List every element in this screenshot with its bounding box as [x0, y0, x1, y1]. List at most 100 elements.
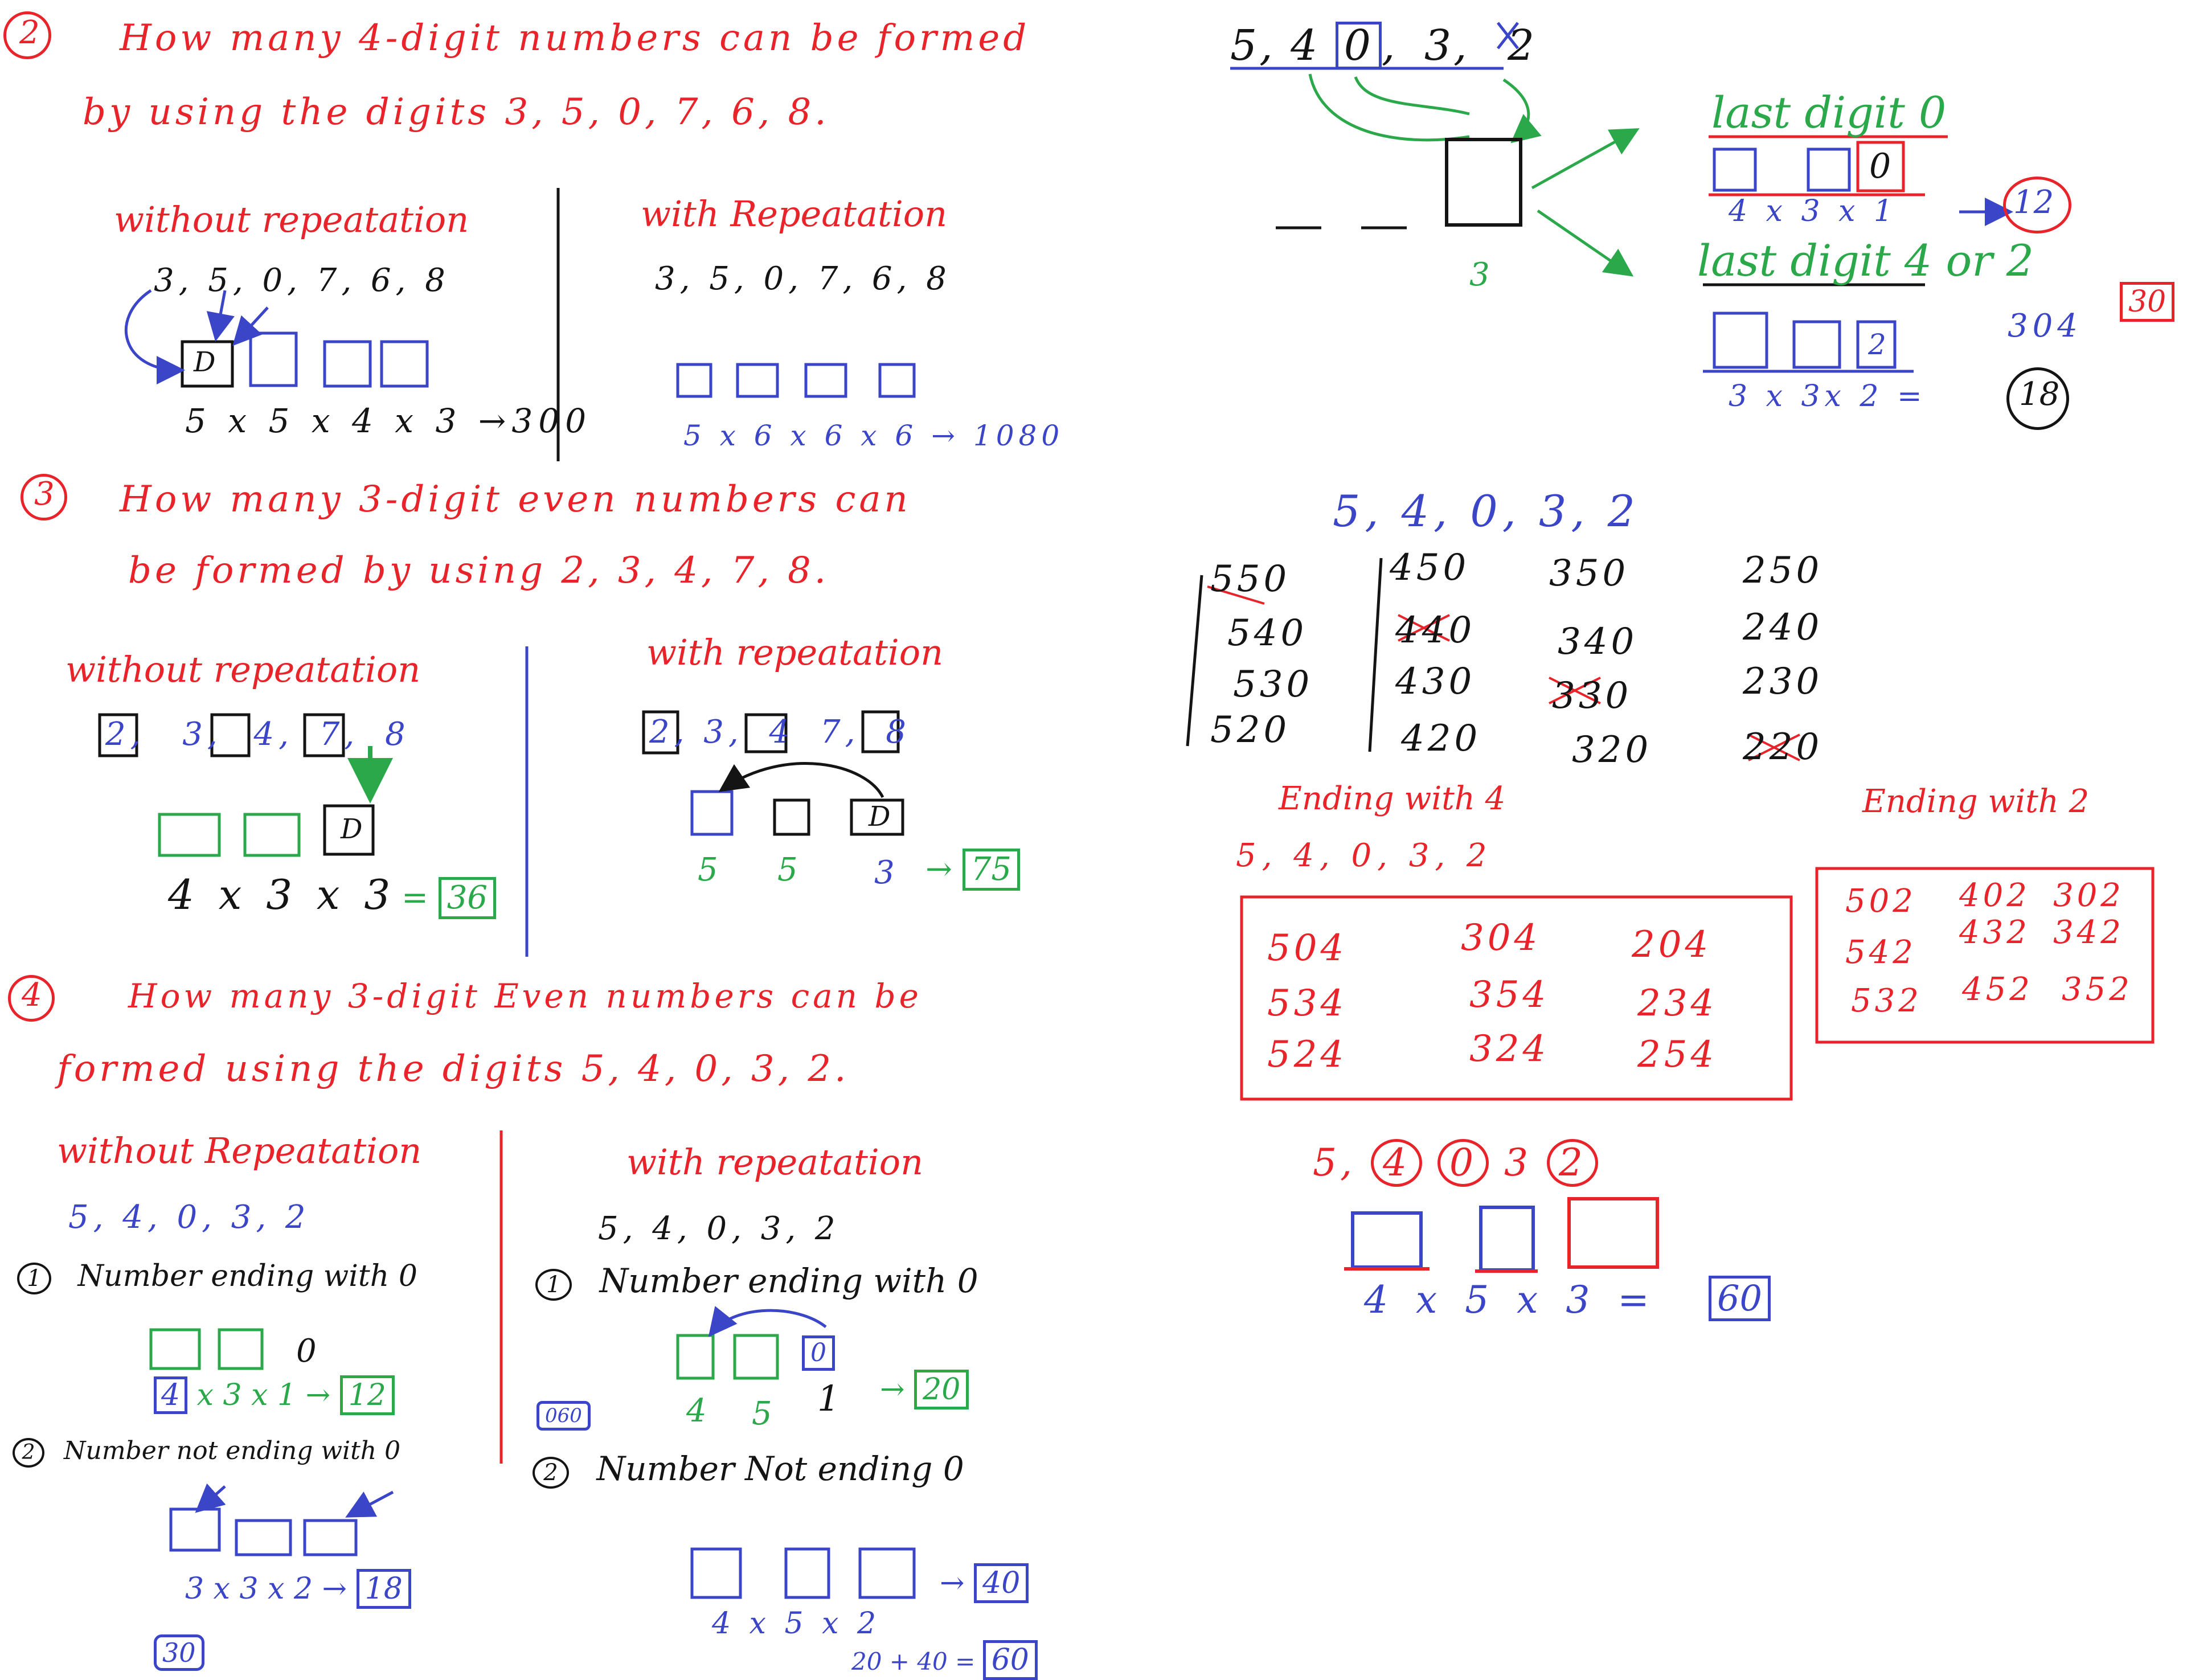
right-position-count: 3: [1469, 256, 1494, 293]
ending4-number: 204: [1632, 924, 1712, 966]
right-last42-side-note: 304: [2008, 308, 2082, 345]
q2-without-digits: 3, 5, 0, 7, 6, 8: [154, 262, 450, 299]
q3-number: 3: [21, 474, 67, 521]
q4-with-case1-number: 1: [535, 1269, 572, 1301]
ending4-number: 304: [1461, 917, 1541, 959]
q3-with-digit: 3: [703, 714, 728, 751]
right-top-digit: 4: [1291, 21, 1320, 70]
q4-without-case1-calc: 4 x 3 x 1 → 12: [154, 1375, 395, 1415]
right-list-digits: 5, 4, 0, 3, 2: [1333, 486, 1640, 536]
q3-with-result: → 75: [925, 849, 1020, 891]
q3-question-line2: be formed by using 2, 3, 4, 7, 8.: [128, 550, 830, 592]
bottom-digit: 3: [1504, 1141, 1531, 1185]
ending4-number: 504: [1267, 927, 1348, 969]
q4-with-sum-text: 20 + 40 =: [851, 1648, 976, 1675]
list-number: 550: [1210, 558, 1291, 600]
list-number: 230: [1743, 661, 1823, 703]
q4-question-line1: How many 3-digit Even numbers can be: [128, 977, 922, 1015]
q2-with-digits: 3, 5, 0, 7, 6, 8: [655, 260, 951, 297]
ending2-number: 542: [1845, 934, 1916, 971]
q2-without-calc: 5 x 5 x 4 x 3 →300: [185, 401, 592, 440]
q3-with-heading: with repeatation: [646, 632, 944, 673]
bottom-digit-circled: 2: [1546, 1139, 1598, 1187]
q4-without-case2-number: 2: [13, 1438, 44, 1468]
list-number: 350: [1549, 552, 1629, 595]
q3-without-digit: 3: [182, 716, 207, 753]
ending2-number: 352: [2062, 971, 2133, 1008]
q4-with-side-box: 060: [536, 1401, 591, 1431]
right-last0-heading: last digit 0: [1711, 87, 1947, 138]
q2-with-heading: with Repeatation: [641, 193, 948, 235]
right-last0-result: 12: [2003, 177, 2071, 233]
list-number: 430: [1395, 661, 1476, 703]
ending2-number: 502: [1845, 883, 1916, 920]
q3-with-count-1: 5: [698, 851, 723, 888]
right-last42-result: 18: [2006, 367, 2069, 430]
right-top-digit: 3: [1424, 21, 1453, 70]
q3-with-count-3: 3: [874, 854, 899, 891]
q4-without-case2-label: Number not ending with 0: [64, 1436, 401, 1465]
q4-without-total: 30: [154, 1634, 204, 1671]
q3-without-result: = 36: [402, 877, 496, 919]
q4-without-case1-result-box: 12: [339, 1375, 395, 1415]
bottom-digit-circled: 0: [1437, 1139, 1489, 1187]
ending4-number: 524: [1267, 1034, 1348, 1076]
q3-without-digit: 7: [319, 716, 345, 753]
q3-without-digits: 2, 3, 4, 7, 8: [105, 716, 410, 753]
q3-question-line1: How many 3-digit even numbers can: [120, 478, 911, 521]
q2-with-calc: 5 x 6 x 6 x 6 → 1080: [683, 419, 1064, 452]
list-number: 450: [1390, 547, 1470, 589]
q4-question-line2: formed using the digits 5, 4, 0, 3, 2.: [57, 1048, 850, 1090]
q2-question-line2: by using the digits 3, 5, 0, 7, 6, 8.: [83, 91, 830, 133]
bottom-digits: 5, 4 0 3 2: [1313, 1139, 1598, 1187]
q2-with-boxes: [676, 363, 916, 398]
right-top-digit-boxed: 0: [1335, 22, 1382, 69]
list-number: 320: [1572, 729, 1652, 771]
right-last42-calc: 3 x 3x 2 =: [1729, 379, 1927, 413]
q4-without-case2-calc: 3 x 3 x 2 → 18: [185, 1569, 411, 1609]
q2-question-line1: How many 4-digit numbers can be formed: [120, 17, 1030, 59]
q4-with-digits: 5, 4, 0, 3, 2: [598, 1210, 840, 1247]
q4-without-case2-calc-text: 3 x 3 x 2 →: [185, 1572, 347, 1606]
q3-with-digit: 7: [820, 714, 845, 751]
list-number: 220: [1743, 726, 1823, 768]
q3-with-count-2: 5: [777, 851, 802, 888]
ending4-number: 234: [1637, 982, 1718, 1025]
ending4-number: 324: [1469, 1028, 1550, 1070]
q4-with-case1-result-box: 20: [914, 1370, 969, 1409]
q3-with-digit: 4: [769, 714, 794, 751]
q4-with-case2-result: → 40: [940, 1563, 1029, 1603]
list-number: 420: [1401, 718, 1481, 760]
ending2-heading: Ending with 2: [1862, 783, 2090, 820]
right-last42-heading: last digit 4 or 2: [1697, 235, 2034, 286]
list-number: 440: [1395, 609, 1476, 651]
ending2-number: 532: [1851, 982, 1922, 1019]
q4-with-case2-label: Number Not ending 0: [596, 1449, 964, 1488]
q4-with-case1-count-2: 5: [752, 1395, 777, 1432]
right-last42-box-label: 2: [1868, 328, 1886, 361]
ending2-number: 302: [2053, 877, 2124, 914]
q4-with-case2-calc: 4 x 5 x 2: [712, 1607, 881, 1641]
q4-with-case2: 2 Number Not ending 0: [533, 1452, 964, 1489]
list-number: 340: [1558, 621, 1638, 663]
q3-without-result-box: 36: [438, 877, 496, 919]
ending2-number: 402: [1959, 877, 2030, 914]
q4-with-heading: with repeatation: [626, 1141, 924, 1183]
q4-with-case1: 1 Number ending with 0: [535, 1264, 978, 1301]
bottom-calc: 4 x 5 x 3 =: [1364, 1278, 1657, 1322]
list-number: 530: [1233, 663, 1313, 706]
q3-with-result-box: 75: [962, 849, 1020, 891]
ending4-digits: 5, 4, 0, 3, 2: [1236, 837, 1493, 874]
q3-without-digit: 2: [105, 716, 130, 753]
q3-without-digit: 4: [253, 716, 279, 753]
q4-with-case1-label: Number ending with 0: [599, 1261, 978, 1300]
right-top-digits: 5, 4 0, 3, 2: [1230, 21, 1537, 70]
q3-with-digit: 8: [886, 714, 911, 751]
ending4-number: 254: [1637, 1034, 1718, 1076]
ending4-number: 354: [1469, 974, 1550, 1016]
ending2-number: 452: [1962, 971, 2033, 1008]
q3-without-digit: 8: [385, 716, 410, 753]
bottom-right-boxes: [1344, 1197, 1659, 1273]
q3-with-box-label: D: [869, 801, 891, 833]
q3-with-digits: 2, 3, 4 7, 8: [649, 714, 911, 751]
